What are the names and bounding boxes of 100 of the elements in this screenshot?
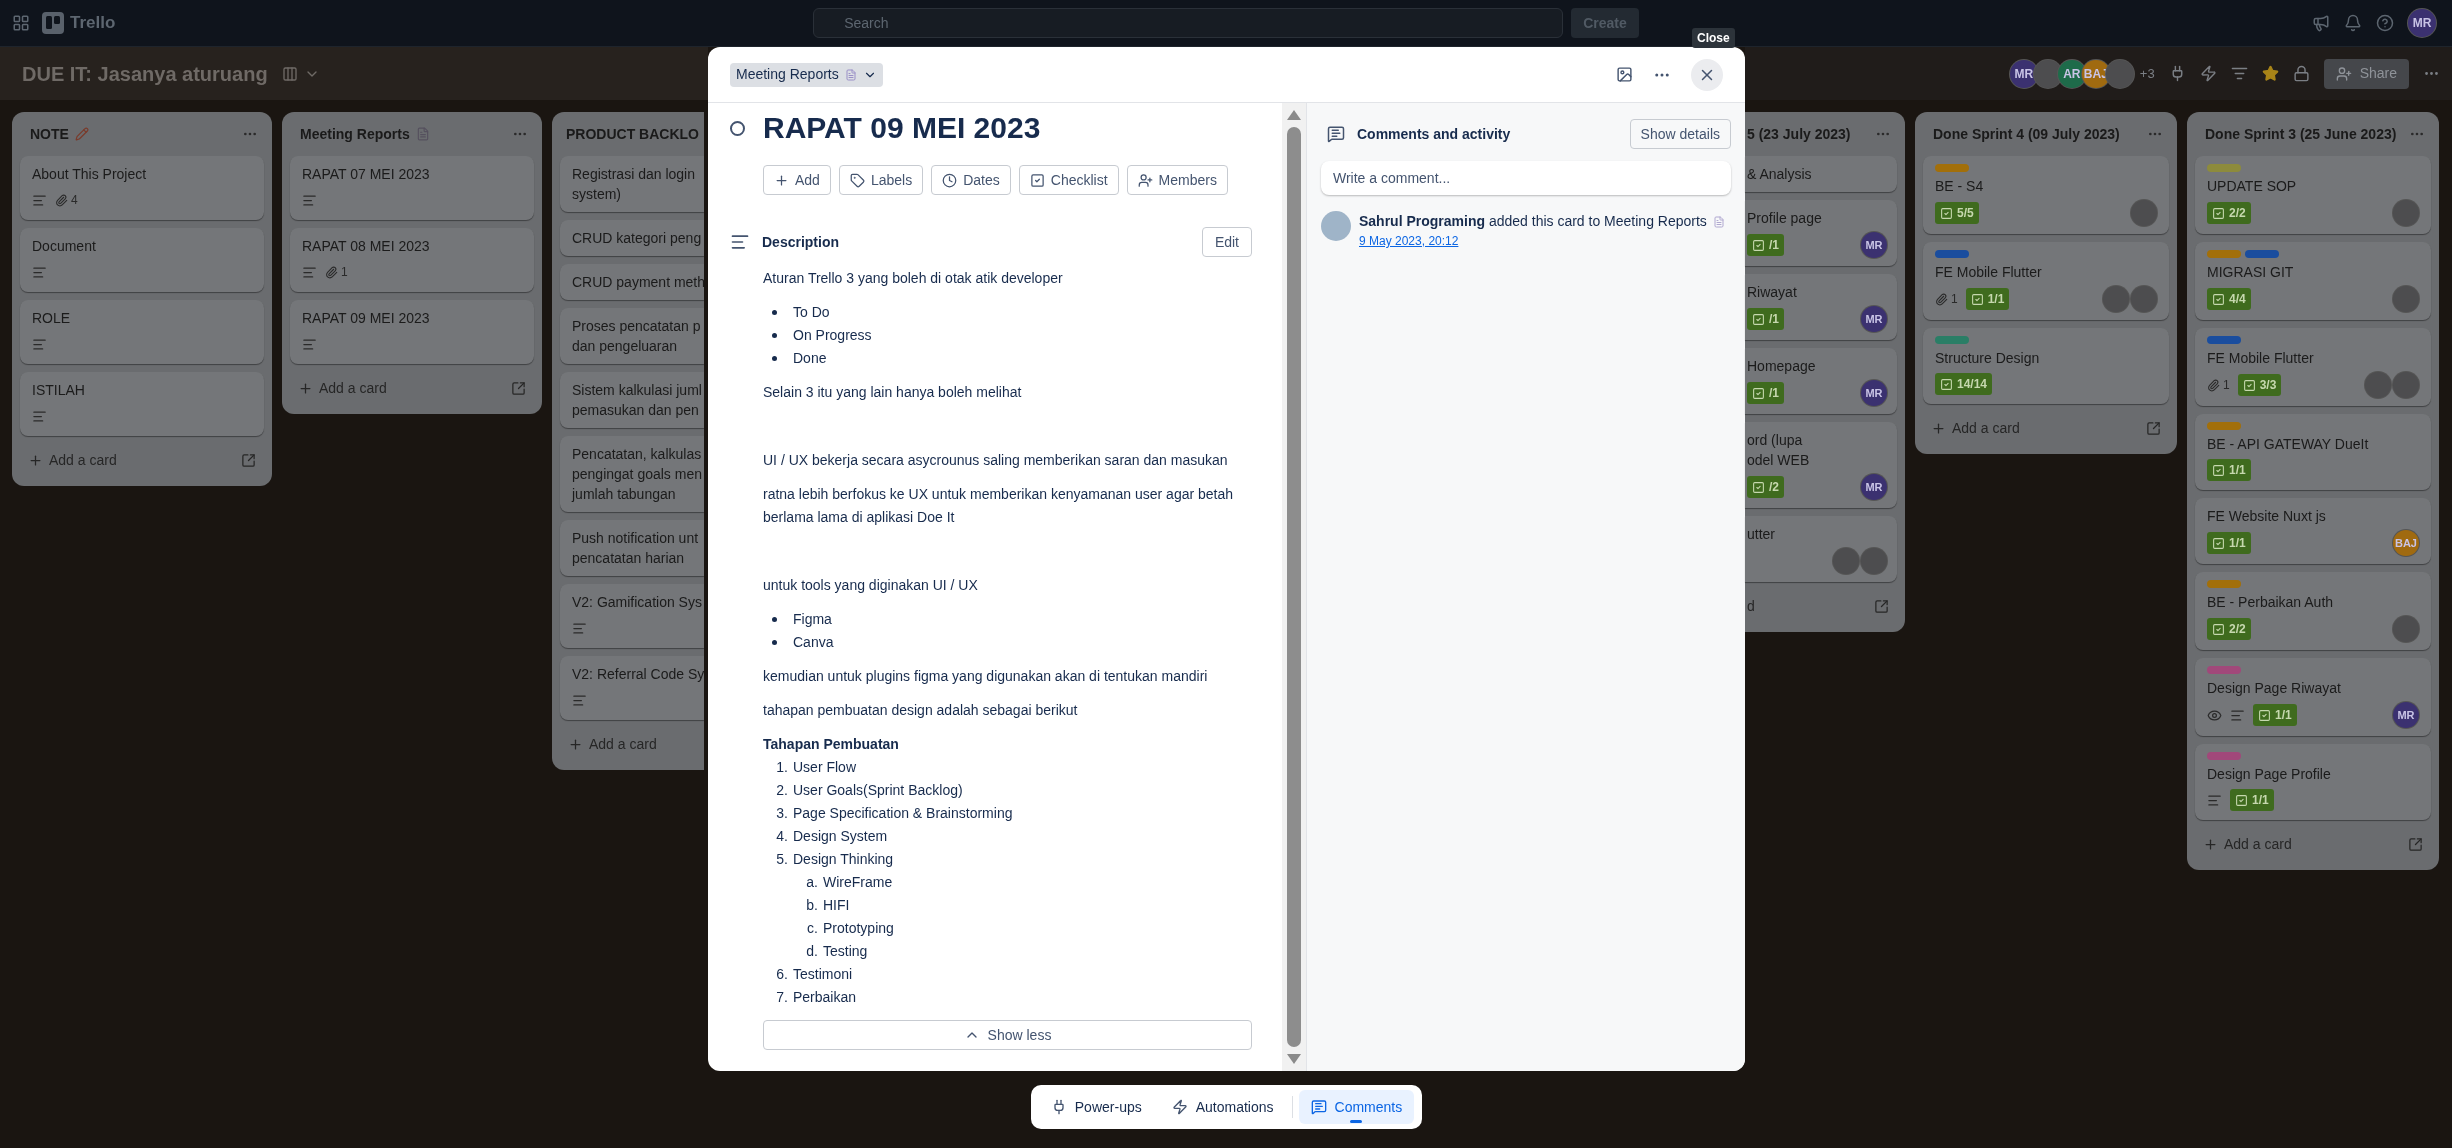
card-label[interactable]: [2245, 250, 2279, 258]
card[interactable]: & Analysis: [1745, 156, 1897, 192]
list-title[interactable]: Meeting Reports: [300, 123, 410, 145]
card[interactable]: FE Mobile Flutter 1 3/3: [2195, 328, 2431, 406]
card-label[interactable]: [1935, 250, 1969, 258]
card[interactable]: BE - API GATEWAY DueIt 1/1: [2195, 414, 2431, 490]
card[interactable]: Pencatatan, kalkulas pengingat goals men jumlah tabungan: [560, 436, 704, 512]
card[interactable]: FE Website Nuxt js 1/1 BAJ: [2195, 498, 2431, 564]
avatar-placeholder[interactable]: [2393, 372, 2419, 398]
lightning-icon[interactable]: [2199, 65, 2217, 82]
card[interactable]: UPDATE SOP 2/2: [2195, 156, 2431, 234]
card[interactable]: Document: [20, 228, 264, 292]
scrollbar[interactable]: [1282, 103, 1306, 1071]
card-action-button[interactable]: Labels: [838, 165, 924, 195]
share-button[interactable]: Share: [2323, 58, 2409, 89]
card[interactable]: ord (lupa odel WEB /2 MR: [1745, 422, 1897, 508]
card[interactable]: Design Page Profile 1/1: [2195, 744, 2431, 820]
member-avatar[interactable]: MR: [2393, 702, 2419, 728]
avatar-placeholder[interactable]: [1833, 548, 1859, 574]
board-title[interactable]: DUE IT: Jasanya aturuang: [22, 58, 268, 89]
add-card-button[interactable]: Add a card: [298, 377, 387, 399]
card-label[interactable]: [2207, 336, 2241, 344]
scroll-down-icon[interactable]: [1286, 1053, 1302, 1065]
card[interactable]: V2: Referral Code Sy: [560, 656, 704, 720]
card[interactable]: Structure Design 14/14: [1923, 328, 2169, 404]
star-icon[interactable]: [2261, 65, 2279, 82]
card[interactable]: BE - Perbaikan Auth 2/2: [2195, 572, 2431, 650]
app-name[interactable]: Trello: [70, 10, 116, 36]
search-field[interactable]: Search: [813, 8, 1564, 38]
member-avatar[interactable]: MR: [2408, 9, 2436, 37]
card[interactable]: BE - S4 5/5: [1923, 156, 2169, 234]
list-title[interactable]: 5 (23 July 2023): [1747, 123, 1851, 145]
add-card-button[interactable]: Add a card: [568, 733, 657, 755]
toolbar-tab[interactable]: Comments: [1298, 1090, 1415, 1124]
add-card-button[interactable]: Add a card: [1931, 417, 2020, 439]
list-title[interactable]: Done Sprint 3 (25 June 2023): [2205, 123, 2397, 145]
help-icon[interactable]: [2376, 14, 2394, 32]
avatar-placeholder[interactable]: [2365, 372, 2391, 398]
card-title[interactable]: RAPAT 09 MEI 2023: [763, 109, 1041, 147]
card[interactable]: Registrasi dan login system): [560, 156, 704, 212]
member-avatar[interactable]: MR: [1861, 380, 1887, 406]
card[interactable]: CRUD payment meth: [560, 264, 704, 300]
edit-button[interactable]: Edit: [1201, 227, 1252, 257]
apps-icon[interactable]: [12, 14, 30, 32]
member-avatar[interactable]: MR: [1861, 232, 1887, 258]
template-icon[interactable]: [241, 452, 256, 468]
list-title[interactable]: PRODUCT BACKLO: [566, 123, 699, 145]
card[interactable]: utter: [1745, 516, 1897, 582]
add-card-button[interactable]: Add a card: [28, 449, 117, 471]
card[interactable]: CRUD kategori peng: [560, 220, 704, 256]
card[interactable]: RAPAT 08 MEI 2023 1: [290, 228, 534, 292]
member-avatar[interactable]: MR: [1861, 474, 1887, 500]
card[interactable]: Push notification unt pencatatan harian: [560, 520, 704, 576]
show-details-button[interactable]: Show details: [1629, 119, 1731, 149]
member-avatar[interactable]: BAJ: [2393, 530, 2419, 556]
card[interactable]: V2: Gamification Sys: [560, 584, 704, 648]
card[interactable]: Riwayat /1 MR: [1745, 274, 1897, 340]
scrollbar-thumb[interactable]: [1287, 127, 1301, 1047]
avatar-placeholder[interactable]: [2393, 286, 2419, 312]
card[interactable]: FE Mobile Flutter 1 1/1: [1923, 242, 2169, 320]
card[interactable]: Profile page /1 MR: [1745, 200, 1897, 266]
image-icon[interactable]: [1616, 66, 1633, 83]
scroll-up-icon[interactable]: [1286, 109, 1302, 121]
add-card-button[interactable]: d: [1747, 595, 1755, 617]
comment-field[interactable]: Write a comment...: [1321, 161, 1731, 195]
list-title[interactable]: Done Sprint 4 (09 July 2023): [1933, 123, 2120, 145]
card[interactable]: About This Project 4: [20, 156, 264, 220]
toolbar-tab[interactable]: Power-ups: [1038, 1090, 1154, 1124]
add-card-button[interactable]: Add a card: [2203, 833, 2292, 855]
notifications-icon[interactable]: [2344, 14, 2362, 32]
list-selector[interactable]: Meeting Reports: [730, 62, 883, 87]
card[interactable]: Sistem kalkulasi juml pemasukan dan pen: [560, 372, 704, 428]
toolbar-tab[interactable]: Automations: [1159, 1090, 1286, 1124]
avatar-placeholder[interactable]: [2393, 200, 2419, 226]
card[interactable]: ISTILAH: [20, 372, 264, 436]
filter-icon[interactable]: [2230, 65, 2248, 82]
complete-checkbox[interactable]: [730, 120, 745, 136]
avatar-placeholder[interactable]: [2393, 616, 2419, 642]
card[interactable]: MIGRASI GIT 4/4: [2195, 242, 2431, 320]
avatar-placeholder[interactable]: [2105, 59, 2134, 88]
board-view-icon[interactable]: [281, 65, 298, 82]
megaphone-icon[interactable]: [2312, 14, 2330, 32]
lock-icon[interactable]: [2292, 65, 2310, 82]
template-icon[interactable]: [2408, 836, 2423, 852]
activity-time-link[interactable]: 9 May 2023, 20:12: [1359, 232, 1725, 250]
card[interactable]: ROLE: [20, 300, 264, 364]
template-icon[interactable]: [511, 380, 526, 396]
template-icon[interactable]: [1874, 598, 1889, 614]
avatar-placeholder[interactable]: [1861, 548, 1887, 574]
avatar-placeholder[interactable]: [1321, 211, 1351, 241]
card-action-button[interactable]: Members: [1126, 165, 1228, 195]
card[interactable]: RAPAT 07 MEI 2023: [290, 156, 534, 220]
template-icon[interactable]: [2146, 420, 2161, 436]
logo-icon[interactable]: [42, 12, 64, 34]
card[interactable]: Design Page Riwayat 1/1 MR: [2195, 658, 2431, 736]
card-action-button[interactable]: Add: [763, 165, 831, 195]
card[interactable]: RAPAT 09 MEI 2023: [290, 300, 534, 364]
card-action-button[interactable]: Dates: [931, 165, 1011, 195]
member-avatar[interactable]: MR: [1861, 306, 1887, 332]
avatar-placeholder[interactable]: [2103, 286, 2129, 312]
